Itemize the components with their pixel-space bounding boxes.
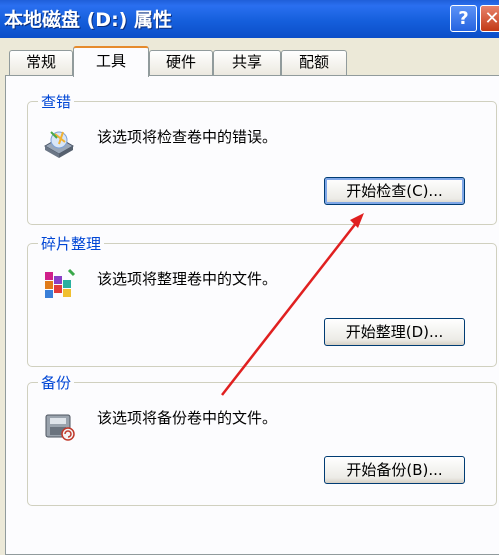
annotation-arrow <box>221 213 364 396</box>
tab-tools[interactable]: 工具 <box>73 46 149 77</box>
